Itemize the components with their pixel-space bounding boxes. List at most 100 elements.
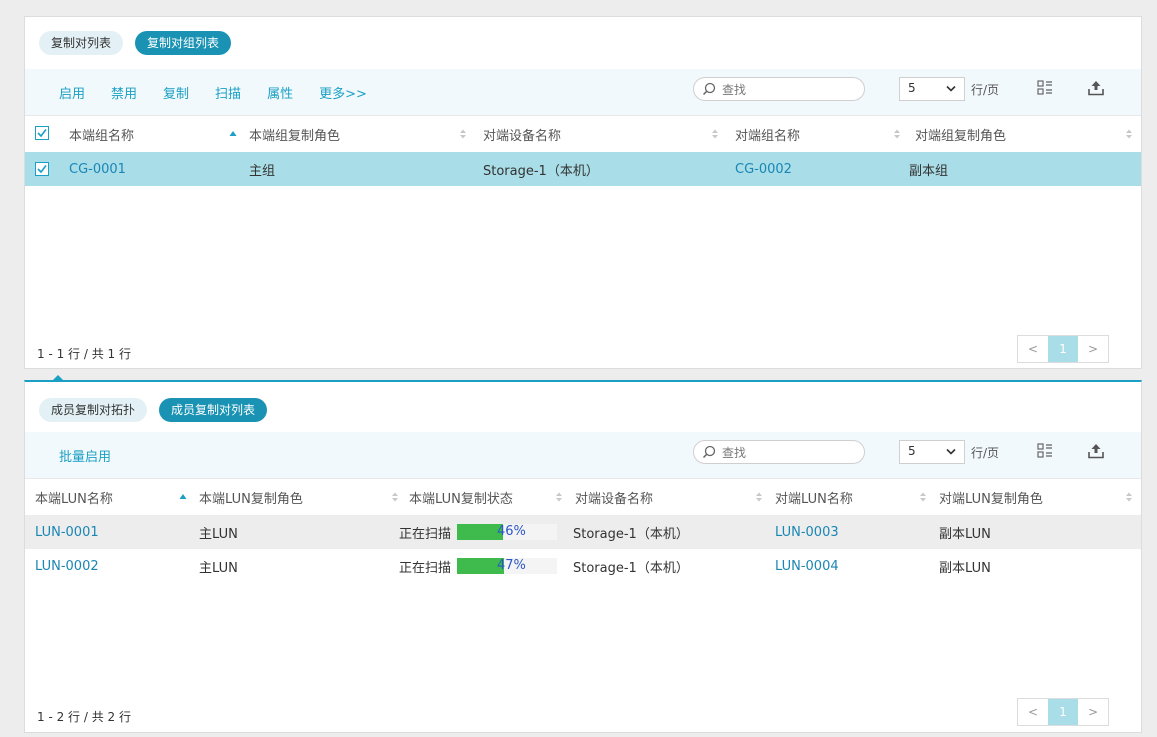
- page-size-value: 5: [908, 81, 916, 95]
- column-settings-icon[interactable]: [1037, 442, 1053, 460]
- enable-button[interactable]: 启用: [59, 83, 85, 102]
- chevron-down-icon: [946, 85, 956, 92]
- sort-icon[interactable]: [711, 128, 719, 140]
- per-page-label: 行/页: [971, 83, 1000, 97]
- progress-bar: 46%: [457, 524, 557, 540]
- member-actions: 批量启用: [59, 432, 111, 478]
- progress-bar: 47%: [457, 558, 557, 574]
- disable-button[interactable]: 禁用: [111, 83, 137, 102]
- sort-icon[interactable]: [1125, 128, 1133, 140]
- group-search[interactable]: [693, 77, 865, 101]
- col-local-lun[interactable]: 本端LUN名称: [35, 479, 113, 515]
- checkmark-icon: [37, 129, 47, 138]
- member-tabs: 成员复制对拓扑 成员复制对列表: [39, 398, 268, 422]
- pagination: < 1 >: [1017, 335, 1109, 363]
- status-cell: 正在扫描 46%: [399, 515, 569, 549]
- column-settings-icon[interactable]: [1037, 79, 1053, 97]
- scan-button[interactable]: 扫描: [215, 83, 241, 102]
- sort-icon[interactable]: [893, 128, 901, 140]
- peer-lun-link[interactable]: LUN-0004: [775, 549, 839, 583]
- export-icon[interactable]: [1087, 442, 1105, 460]
- member-search[interactable]: [693, 440, 865, 464]
- more-button[interactable]: 更多>>: [319, 83, 367, 102]
- tab-member-topology[interactable]: 成员复制对拓扑: [39, 398, 148, 422]
- consistency-group-panel: 复制对列表 复制对组列表 启用 禁用 复制 扫描 属性 更多>> 5 行/页: [24, 16, 1142, 369]
- col-peer-device[interactable]: 对端设备名称: [575, 479, 653, 515]
- checkmark-icon: [37, 165, 47, 174]
- group-table-header: 本端组名称 本端组复制角色 对端设备名称 对端组名称 对端组复制角色: [25, 115, 1141, 153]
- col-peer-role[interactable]: 对端组复制角色: [915, 116, 1006, 152]
- group-tabs: 复制对列表 复制对组列表: [39, 31, 232, 55]
- table-row[interactable]: CG-0001 主组 Storage-1（本机） CG-0002 副本组: [25, 152, 1141, 186]
- local-lun-role-cell: 主LUN: [199, 526, 238, 542]
- batch-enable-button[interactable]: 批量启用: [59, 446, 111, 465]
- status-cell: 正在扫描 47%: [399, 549, 569, 583]
- replicate-button[interactable]: 复制: [163, 83, 189, 102]
- local-lun-link[interactable]: LUN-0002: [35, 549, 99, 583]
- col-local-lun-role[interactable]: 本端LUN复制角色: [199, 479, 303, 515]
- sort-icon[interactable]: [555, 491, 563, 503]
- search-input[interactable]: [720, 81, 854, 99]
- chevron-down-icon: [946, 448, 956, 455]
- page-1-button[interactable]: 1: [1048, 699, 1078, 725]
- page-size-select[interactable]: 5: [899, 440, 965, 464]
- properties-button[interactable]: 属性: [267, 83, 293, 102]
- local-role-cell: 主组: [249, 163, 276, 179]
- col-local-role[interactable]: 本端组复制角色: [249, 116, 340, 152]
- local-lun-role-cell: 主LUN: [199, 560, 238, 576]
- search-icon: [702, 445, 716, 459]
- status-text: 正在扫描: [399, 526, 452, 542]
- progress-label: 47%: [497, 558, 526, 573]
- peer-role-cell: 副本组: [909, 163, 949, 179]
- prev-page-button[interactable]: <: [1018, 699, 1048, 725]
- prev-page-button[interactable]: <: [1018, 336, 1048, 362]
- sort-asc-icon[interactable]: [179, 491, 187, 503]
- tab-group-list[interactable]: 复制对组列表: [135, 31, 232, 55]
- col-peer-group[interactable]: 对端组名称: [735, 116, 800, 152]
- table-row[interactable]: LUN-0002 主LUN 正在扫描 47% Storage-1（本机） LUN…: [25, 549, 1141, 583]
- peer-device-cell: Storage-1（本机）: [573, 526, 689, 542]
- member-pair-panel: 成员复制对拓扑 成员复制对列表 批量启用 5 行/页: [24, 380, 1142, 733]
- search-icon: [702, 82, 716, 96]
- col-local-lun-status[interactable]: 本端LUN复制状态: [409, 479, 513, 515]
- status-text: 正在扫描: [399, 560, 452, 576]
- page-1-button[interactable]: 1: [1048, 336, 1078, 362]
- col-local-group[interactable]: 本端组名称: [69, 116, 134, 152]
- search-input[interactable]: [720, 444, 854, 462]
- peer-lun-link[interactable]: LUN-0003: [775, 515, 839, 549]
- pagination-info: 1 - 2 行 / 共 2 行: [37, 710, 131, 724]
- col-peer-device[interactable]: 对端设备名称: [483, 116, 561, 152]
- sort-icon[interactable]: [755, 491, 763, 503]
- tab-pair-list[interactable]: 复制对列表: [39, 31, 124, 55]
- peer-lun-role-cell: 副本LUN: [939, 560, 991, 576]
- sort-asc-icon[interactable]: [229, 128, 237, 140]
- col-peer-lun[interactable]: 对端LUN名称: [775, 479, 853, 515]
- sort-icon[interactable]: [391, 491, 399, 503]
- sort-icon[interactable]: [919, 491, 927, 503]
- export-icon[interactable]: [1087, 79, 1105, 97]
- table-row[interactable]: LUN-0001 主LUN 正在扫描 46% Storage-1（本机） LUN…: [25, 515, 1141, 549]
- peer-device-cell: Storage-1（本机）: [483, 163, 599, 179]
- row-checkbox[interactable]: [35, 162, 49, 176]
- sort-icon[interactable]: [459, 128, 467, 140]
- page-size-value: 5: [908, 444, 916, 458]
- group-actions: 启用 禁用 复制 扫描 属性 更多>>: [59, 69, 367, 115]
- page-size-select[interactable]: 5: [899, 77, 965, 101]
- local-group-link[interactable]: CG-0001: [69, 152, 126, 186]
- next-page-button[interactable]: >: [1078, 699, 1108, 725]
- progress-label: 46%: [497, 524, 526, 539]
- select-all-checkbox[interactable]: [35, 126, 49, 140]
- pagination: < 1 >: [1017, 698, 1109, 726]
- col-peer-lun-role[interactable]: 对端LUN复制角色: [939, 479, 1043, 515]
- peer-group-link[interactable]: CG-0002: [735, 152, 792, 186]
- peer-lun-role-cell: 副本LUN: [939, 526, 991, 542]
- per-page-label: 行/页: [971, 446, 1000, 460]
- peer-device-cell: Storage-1（本机）: [573, 560, 689, 576]
- local-lun-link[interactable]: LUN-0001: [35, 515, 99, 549]
- member-table-header: 本端LUN名称 本端LUN复制角色 本端LUN复制状态 对端设备名称 对端LUN…: [25, 478, 1141, 516]
- sort-icon[interactable]: [1125, 491, 1133, 503]
- member-toolbar: 批量启用 5 行/页: [25, 432, 1141, 478]
- group-toolbar: 启用 禁用 复制 扫描 属性 更多>> 5 行/页: [25, 69, 1141, 115]
- tab-member-list[interactable]: 成员复制对列表: [159, 398, 268, 422]
- next-page-button[interactable]: >: [1078, 336, 1108, 362]
